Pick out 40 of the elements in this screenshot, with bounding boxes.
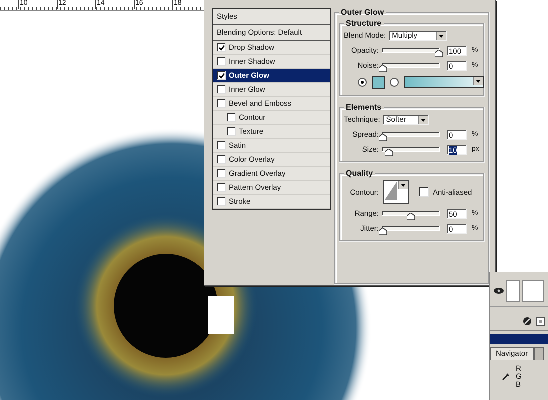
layer-thumbnail[interactable] [506, 280, 520, 302]
caret-icon[interactable] [436, 32, 446, 40]
group-title: Quality [345, 169, 374, 178]
contour-curve-icon [384, 181, 398, 201]
checkbox[interactable] [217, 141, 226, 150]
slider-thumb[interactable] [407, 213, 415, 220]
caret-icon[interactable] [398, 181, 408, 189]
checkbox[interactable] [227, 113, 236, 122]
group-title: Elements [345, 103, 383, 112]
panel-title: Outer Glow [340, 8, 386, 17]
checkbox[interactable] [217, 197, 226, 206]
slider-thumb[interactable] [384, 149, 393, 156]
checkbox[interactable] [217, 99, 226, 108]
slider-thumb[interactable] [379, 65, 387, 72]
slider-thumb[interactable] [379, 228, 387, 235]
palette-tab[interactable] [534, 347, 544, 360]
radio-button[interactable] [358, 78, 367, 86]
checkbox[interactable] [217, 71, 226, 80]
group-title: Structure [345, 19, 383, 28]
color-swatch[interactable] [372, 76, 385, 88]
caret-icon[interactable] [418, 116, 428, 124]
checkbox[interactable] [227, 127, 236, 136]
layer-thumbnail[interactable] [522, 280, 544, 302]
contour-picker[interactable] [383, 180, 409, 204]
gradient-picker[interactable] [404, 76, 484, 88]
checkbox[interactable] [419, 187, 429, 197]
square-icon[interactable] [536, 317, 545, 326]
checkbox[interactable] [217, 169, 226, 178]
palette-title-bar [490, 334, 548, 344]
eye-icon[interactable] [494, 288, 504, 294]
caret-icon[interactable] [473, 77, 483, 85]
slider-thumb[interactable] [435, 50, 443, 57]
slider-thumb[interactable] [379, 134, 387, 141]
checkbox[interactable] [217, 85, 226, 94]
checkbox[interactable] [217, 183, 226, 192]
checkbox[interactable] [217, 43, 226, 52]
checkbox[interactable] [217, 57, 226, 66]
eyedropper-icon [502, 373, 510, 381]
radio-button[interactable] [390, 78, 399, 86]
checkbox[interactable] [217, 155, 226, 164]
